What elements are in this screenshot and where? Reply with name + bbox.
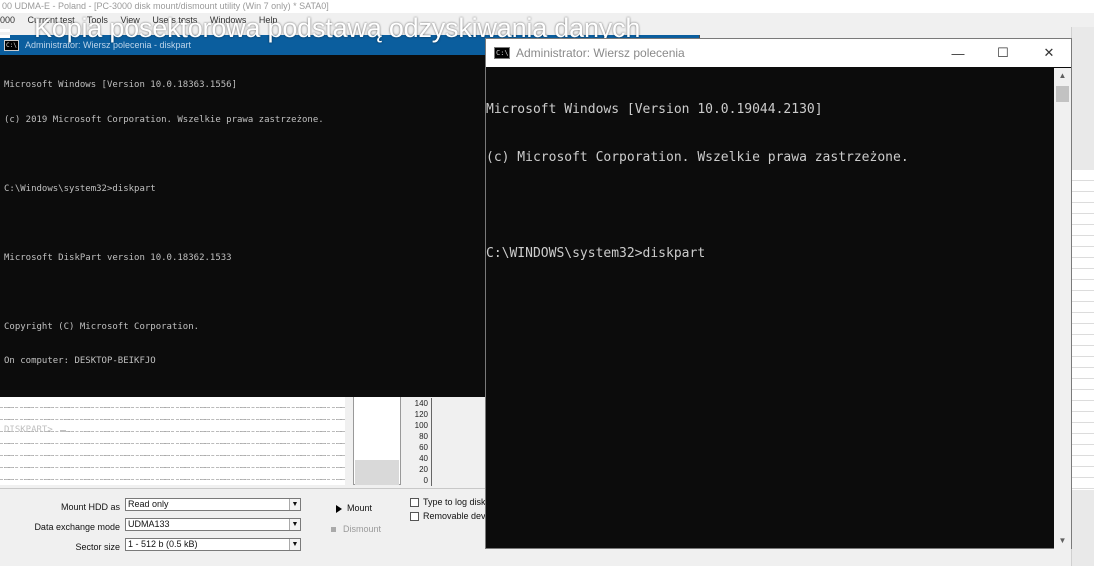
cmd-right-output[interactable]: Microsoft Windows [Version 10.0.19044.21… bbox=[486, 68, 1054, 548]
log-disk-checkbox[interactable]: Type to log disk a bbox=[410, 497, 494, 508]
console-line: (c) Microsoft Corporation. Wszelkie praw… bbox=[486, 150, 909, 165]
console-line: Microsoft Windows [Version 10.0.19044.21… bbox=[486, 102, 823, 117]
scale-tick: 0 bbox=[423, 476, 428, 485]
chevron-down-icon[interactable]: ▼ bbox=[289, 499, 300, 510]
speed-gauge-fill bbox=[355, 460, 399, 485]
scroll-up-icon[interactable]: ▲ bbox=[1054, 68, 1071, 84]
cmd-right-titlebar[interactable]: C:\ Administrator: Wiersz polecenia — ☐ … bbox=[486, 39, 1071, 67]
chevron-down-icon[interactable]: ▼ bbox=[289, 519, 300, 530]
exchange-mode-select[interactable]: UDMA133 ▼ bbox=[125, 518, 301, 531]
mount-label: Mount bbox=[347, 503, 373, 513]
removable-device-checkbox[interactable]: Removable devic bbox=[410, 511, 493, 522]
close-button[interactable]: ✕ bbox=[1026, 39, 1072, 67]
menu-item-000[interactable]: 000 bbox=[0, 15, 15, 25]
mount-as-select[interactable]: Read only ▼ bbox=[125, 498, 301, 511]
minimize-button[interactable]: — bbox=[935, 39, 981, 67]
scale-tick: 20 bbox=[419, 465, 428, 474]
dismount-button[interactable]: Dismount bbox=[331, 524, 381, 534]
play-icon bbox=[336, 504, 342, 513]
mount-as-value: Read only bbox=[128, 499, 169, 509]
checkbox-box[interactable] bbox=[410, 512, 419, 522]
mount-as-label: Mount HDD as bbox=[60, 502, 120, 512]
desktop: 00 UDMA-E - Poland - [PC-3000 disk mount… bbox=[0, 0, 1094, 566]
removable-device-label: Removable devic bbox=[423, 511, 493, 521]
exchange-mode-value: UDMA133 bbox=[128, 519, 170, 529]
hamburger-menu-icon[interactable] bbox=[0, 29, 10, 44]
sector-size-label: Sector size bbox=[75, 542, 120, 552]
text-cursor bbox=[60, 430, 67, 432]
cmd-right-title: Administrator: Wiersz polecenia bbox=[516, 46, 685, 60]
sector-size-value: 1 - 512 b (0.5 kB) bbox=[128, 539, 198, 549]
background-side-grid bbox=[1071, 170, 1094, 490]
checkbox-box[interactable] bbox=[410, 498, 419, 508]
mount-button[interactable]: Mount bbox=[336, 503, 372, 513]
console-line: C:\WINDOWS\system32>diskpart bbox=[486, 246, 706, 261]
exchange-mode-label: Data exchange mode bbox=[34, 522, 120, 532]
maximize-button[interactable]: ☐ bbox=[980, 39, 1026, 67]
vertical-scrollbar[interactable]: ▲ ▼ bbox=[1054, 68, 1071, 549]
cmd-window-main[interactable]: C:\ Administrator: Wiersz polecenia — ☐ … bbox=[485, 38, 1072, 549]
diskpart-prompt: DISKPART> bbox=[4, 425, 59, 435]
scroll-down-icon[interactable]: ▼ bbox=[1054, 533, 1071, 549]
dismount-label: Dismount bbox=[343, 524, 382, 534]
chevron-down-icon[interactable]: ▼ bbox=[289, 539, 300, 550]
scrollbar-thumb[interactable] bbox=[1056, 86, 1069, 102]
console-icon: C:\ bbox=[494, 47, 510, 59]
stop-icon bbox=[331, 527, 336, 533]
background-window-title: 00 UDMA-E - Poland - [PC-3000 disk mount… bbox=[0, 0, 1094, 13]
sector-size-select[interactable]: 1 - 512 b (0.5 kB) ▼ bbox=[125, 538, 301, 551]
log-disk-label: Type to log disk a bbox=[423, 497, 494, 507]
